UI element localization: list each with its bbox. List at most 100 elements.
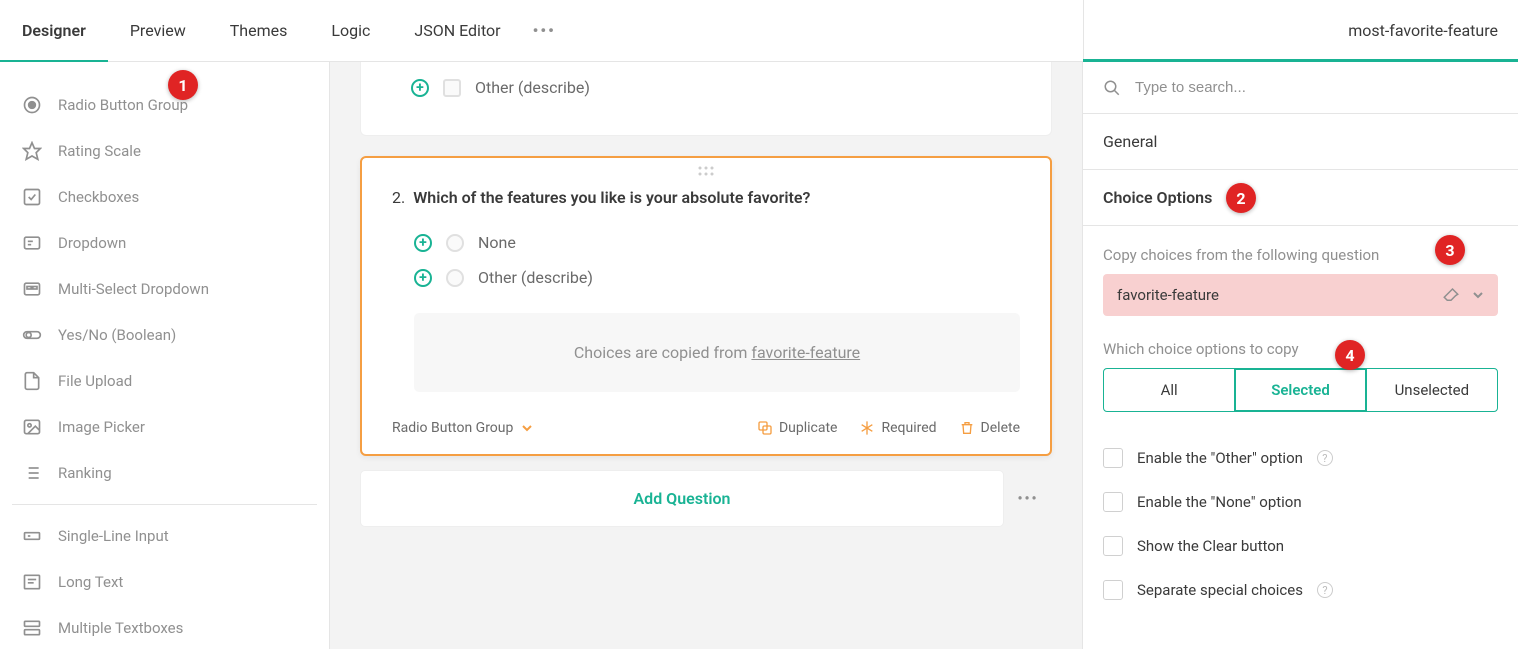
sidebar-item-dropdown[interactable]: Dropdown	[0, 220, 329, 266]
sidebar-item-label: Multiple Textboxes	[58, 619, 183, 637]
ranking-icon	[22, 463, 42, 483]
section-label: General	[1103, 132, 1157, 151]
copy-choices-select[interactable]: favorite-feature	[1103, 274, 1498, 316]
textarea-icon	[22, 572, 42, 592]
tab-label: Designer	[22, 21, 86, 40]
check-separate-special[interactable]: Separate special choices ?	[1103, 568, 1498, 612]
sidebar-item-label: Ranking	[58, 464, 112, 482]
add-choice-icon[interactable]: +	[414, 234, 432, 252]
check-enable-other[interactable]: Enable the "Other" option ?	[1103, 436, 1498, 480]
trash-icon	[959, 420, 975, 436]
sidebar-item-rating-scale[interactable]: Rating Scale	[0, 128, 329, 174]
tab-label: Logic	[331, 21, 370, 40]
section-label: Choice Options	[1103, 188, 1212, 207]
radio-shape-icon	[446, 234, 464, 252]
choice-row-other[interactable]: + Other (describe)	[414, 260, 1020, 295]
sidebar-item-yes-no-boolean[interactable]: Yes/No (Boolean)	[0, 312, 329, 358]
action-label: Duplicate	[779, 420, 838, 436]
sidebar-item-label: Dropdown	[58, 234, 126, 252]
action-label: Delete	[981, 420, 1020, 436]
tab-label: JSON Editor	[414, 21, 500, 40]
info-icon[interactable]: ?	[1317, 450, 1333, 466]
question-title[interactable]: Which of the features you like is your a…	[413, 188, 810, 207]
annotation-badge-1: 1	[168, 70, 198, 100]
add-question-more[interactable]: •••	[1004, 491, 1052, 507]
delete-button[interactable]: Delete	[959, 420, 1020, 436]
segment-selected[interactable]: Selected	[1235, 369, 1366, 411]
sidebar-item-label: Yes/No (Boolean)	[58, 326, 176, 344]
check-label: Enable the "Other" option	[1137, 449, 1303, 467]
chevron-down-icon	[521, 422, 533, 434]
check-label: Show the Clear button	[1137, 537, 1284, 555]
tab-more[interactable]: •••	[523, 0, 566, 61]
image-icon	[22, 417, 42, 437]
required-button[interactable]: Required	[859, 420, 936, 436]
sidebar-item-label: Radio Button Group	[58, 96, 188, 114]
choice-row-other[interactable]: + Other (describe)	[411, 70, 1021, 105]
checkbox-icon	[22, 187, 42, 207]
tab-preview[interactable]: Preview	[108, 0, 208, 61]
dropdown-icon	[22, 233, 42, 253]
tab-designer[interactable]: Designer	[0, 0, 108, 61]
check-enable-none[interactable]: Enable the "None" option	[1103, 480, 1498, 524]
add-question-label: Add Question	[634, 489, 731, 508]
copy-icon	[757, 420, 773, 436]
checkbox-icon	[1103, 580, 1123, 600]
search-input[interactable]	[1133, 78, 1498, 97]
tab-label: Themes	[230, 21, 288, 40]
eraser-icon[interactable]	[1442, 286, 1460, 304]
sidebar-item-long-text[interactable]: Long Text	[0, 559, 329, 605]
sidebar-separator	[12, 504, 317, 505]
sidebar-item-file-upload[interactable]: File Upload	[0, 358, 329, 404]
properties-header: most-favorite-feature	[1083, 0, 1518, 62]
tab-themes[interactable]: Themes	[208, 0, 310, 61]
sidebar-item-image-picker[interactable]: Image Picker	[0, 404, 329, 450]
sidebar-item-radio-button-group[interactable]: Radio Button Group	[0, 82, 329, 128]
check-label: Separate special choices	[1137, 581, 1303, 599]
radio-shape-icon	[446, 269, 464, 287]
copied-source-link[interactable]: favorite-feature	[751, 343, 860, 362]
sidebar-item-label: Single-Line Input	[58, 527, 169, 545]
sidebar-item-label: File Upload	[58, 372, 132, 390]
segment-all[interactable]: All	[1104, 369, 1235, 411]
tab-logic[interactable]: Logic	[309, 0, 392, 61]
copied-choices-box: Choices are copied from favorite-feature	[414, 313, 1020, 392]
segment-unselected[interactable]: Unselected	[1367, 369, 1497, 411]
section-choice-options[interactable]: Choice Options	[1083, 170, 1518, 226]
duplicate-button[interactable]: Duplicate	[757, 420, 838, 436]
sidebar-item-single-line-input[interactable]: Single-Line Input	[0, 513, 329, 559]
add-choice-icon[interactable]: +	[414, 269, 432, 287]
action-label: Required	[881, 420, 936, 436]
annotation-badge-4: 4	[1335, 340, 1365, 370]
checkbox-icon	[1103, 492, 1123, 512]
sidebar-item-multiple-textboxes[interactable]: Multiple Textboxes	[0, 605, 329, 649]
checkbox-icon	[1103, 448, 1123, 468]
select-value: favorite-feature	[1117, 286, 1219, 304]
check-show-clear[interactable]: Show the Clear button	[1103, 524, 1498, 568]
choice-row-none[interactable]: + None	[414, 225, 1020, 260]
tab-json-editor[interactable]: JSON Editor	[392, 0, 522, 61]
add-question-button[interactable]: Add Question	[360, 470, 1004, 527]
choice-label: Other (describe)	[475, 78, 590, 97]
sidebar-item-label: Rating Scale	[58, 142, 141, 160]
previous-question-card[interactable]: + Other (describe)	[360, 62, 1052, 136]
search-icon	[1103, 79, 1121, 97]
radio-shape-icon	[443, 79, 461, 97]
text-input-icon	[22, 526, 42, 546]
which-copy-label: Which choice options to copy	[1103, 340, 1498, 358]
toolbox-sidebar: Radio Button Group Rating Scale Checkbox…	[0, 62, 330, 649]
choice-label: Other (describe)	[478, 268, 593, 287]
properties-search[interactable]	[1083, 62, 1518, 114]
section-general[interactable]: General	[1083, 114, 1518, 170]
question-type-selector[interactable]: Radio Button Group	[392, 420, 533, 436]
sidebar-item-checkboxes[interactable]: Checkboxes	[0, 174, 329, 220]
chevron-down-icon[interactable]	[1472, 289, 1484, 301]
copy-mode-segment: All Selected Unselected	[1103, 368, 1498, 412]
selected-question-card[interactable]: 2. Which of the features you like is you…	[360, 156, 1052, 456]
info-icon[interactable]: ?	[1317, 582, 1333, 598]
add-choice-icon[interactable]: +	[411, 79, 429, 97]
designer-canvas: + Other (describe) 2. Which of the featu…	[330, 62, 1082, 649]
sidebar-item-multi-select-dropdown[interactable]: Multi-Select Dropdown	[0, 266, 329, 312]
drag-handle[interactable]	[362, 158, 1050, 180]
sidebar-item-ranking[interactable]: Ranking	[0, 450, 329, 496]
